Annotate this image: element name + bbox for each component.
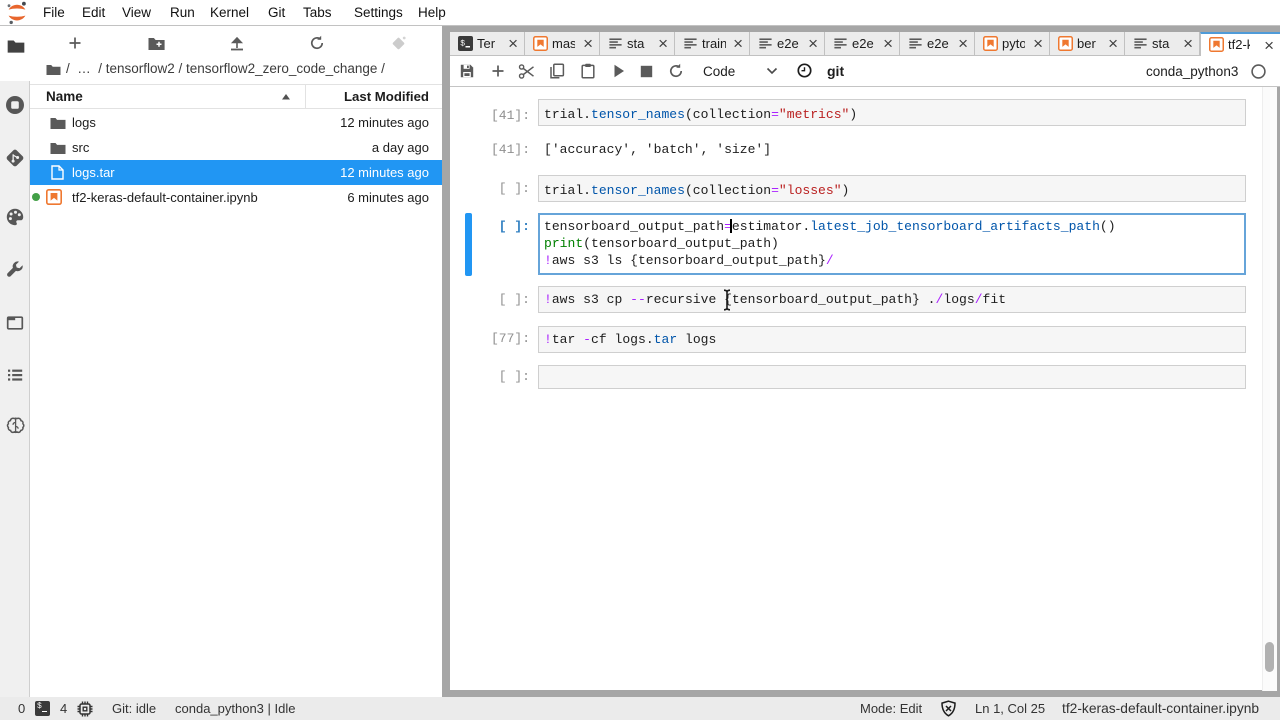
svg-text:$: $ (460, 40, 465, 49)
